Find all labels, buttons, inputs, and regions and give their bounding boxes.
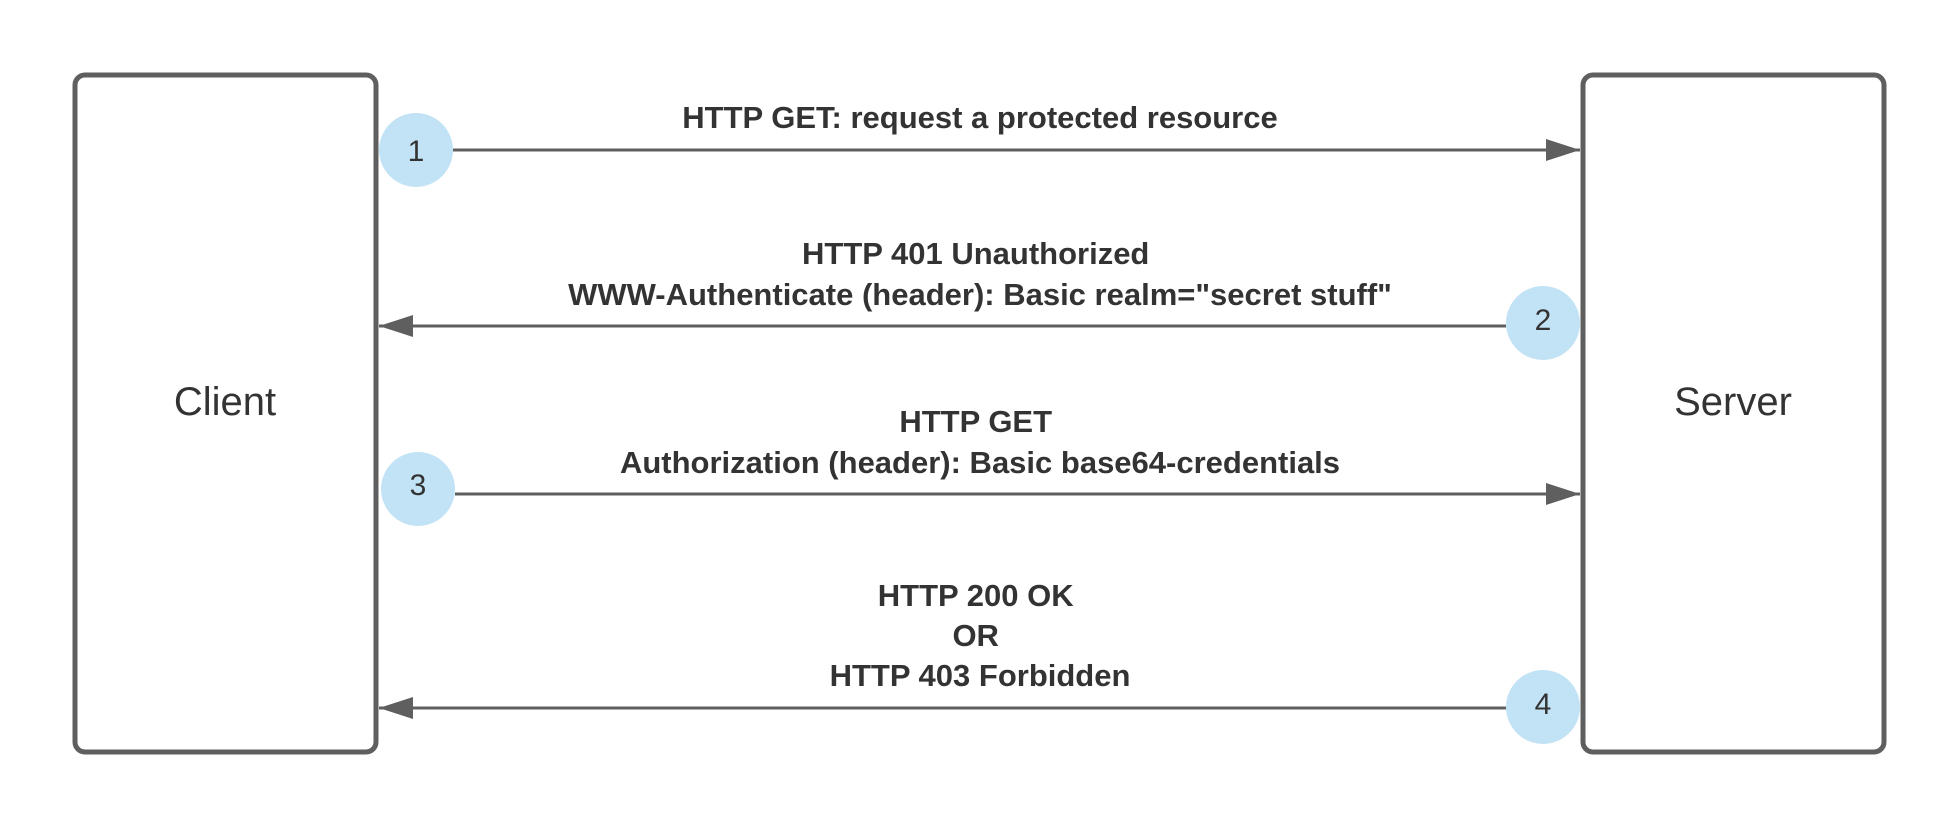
message-3-line-2: Authorization (header): Basic base64-cre… <box>620 445 1340 480</box>
message-3-label: HTTP GET Authorization (header): Basic b… <box>620 404 1340 480</box>
message-2-label: HTTP 401 Unauthorized WWW-Authenticate (… <box>568 236 1392 312</box>
step-2-number: 2 <box>1535 304 1552 337</box>
message-1-label: HTTP GET: request a protected resource <box>682 100 1277 135</box>
message-3-line-1: HTTP GET <box>899 404 1052 439</box>
message-4-line-1: HTTP 200 OK <box>878 578 1074 613</box>
message-4-label: HTTP 200 OK OR HTTP 403 Forbidden <box>830 578 1131 693</box>
message-4-line-3: HTTP 403 Forbidden <box>830 658 1131 693</box>
message-1-line-1: HTTP GET: request a protected resource <box>682 100 1277 135</box>
step-4-number: 4 <box>1535 688 1552 721</box>
step-1-number: 1 <box>408 135 425 168</box>
sequence-diagram: Client Server HTTP GET: request a protec… <box>72 72 1887 755</box>
message-2-line-2: WWW-Authenticate (header): Basic realm="… <box>568 277 1392 312</box>
message-2-line-1: HTTP 401 Unauthorized <box>802 236 1149 271</box>
message-1: HTTP GET: request a protected resource 1 <box>379 100 1580 187</box>
message-4: HTTP 200 OK OR HTTP 403 Forbidden 4 <box>379 578 1580 744</box>
client-label: Client <box>174 380 276 424</box>
message-4-line-2: OR <box>952 618 999 653</box>
step-3-number: 3 <box>410 469 427 502</box>
message-2: HTTP 401 Unauthorized WWW-Authenticate (… <box>379 236 1580 360</box>
server-label: Server <box>1674 380 1792 424</box>
message-3: HTTP GET Authorization (header): Basic b… <box>381 404 1580 526</box>
